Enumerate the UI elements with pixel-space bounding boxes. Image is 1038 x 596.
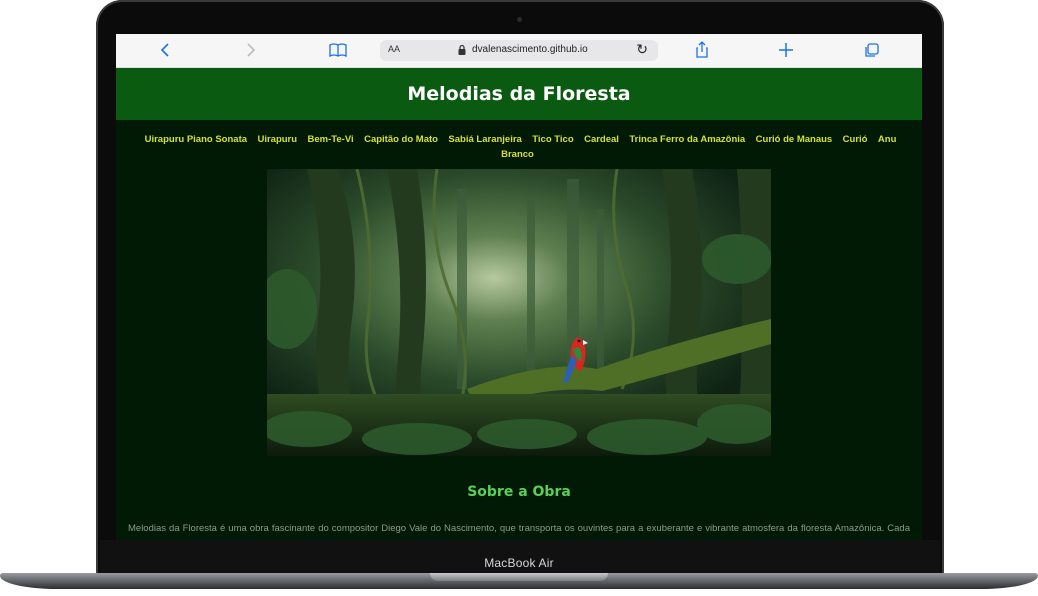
- bird-nav: Uirapuru Piano Sonata Uirapuru Bem-Te-Vi…: [124, 131, 914, 161]
- book-icon[interactable]: [328, 40, 348, 60]
- site-header: Melodias da Floresta: [116, 68, 922, 120]
- nav-cardeal[interactable]: Cardeal: [584, 134, 619, 145]
- nav-curio[interactable]: Curió: [843, 134, 868, 145]
- laptop-notch: [430, 573, 608, 581]
- about-title: Sobre a Obra: [467, 484, 571, 500]
- nav-bem-te-vi[interactable]: Bem-Te-Vi: [308, 134, 354, 145]
- site-title: Melodias da Floresta: [407, 83, 631, 105]
- nav-capitao-do-mato[interactable]: Capitão do Mato: [364, 134, 438, 145]
- lock-icon: [458, 43, 466, 55]
- model-label: MacBook Air: [484, 556, 554, 570]
- chevron-right-icon[interactable]: [240, 40, 260, 60]
- tabs-icon[interactable]: [862, 40, 882, 60]
- nav-tico-tico[interactable]: Tico Tico: [532, 134, 573, 145]
- browser-screen: AA dvalenascimento.github.io ↻ Melodias …: [116, 34, 922, 540]
- plus-icon[interactable]: [776, 40, 796, 60]
- forest-hero-image: [267, 169, 771, 456]
- nav-uirapuru-piano-sonata[interactable]: Uirapuru Piano Sonata: [145, 134, 247, 145]
- camera-icon: [517, 17, 522, 22]
- nav-trinca-ferro[interactable]: Trinca Ferro da Amazônia: [629, 134, 745, 145]
- text-size-button[interactable]: AA: [388, 44, 400, 54]
- browser-toolbar: AA dvalenascimento.github.io ↻: [116, 34, 922, 68]
- nav-curio-de-manaus[interactable]: Curió de Manaus: [756, 134, 833, 145]
- address-bar[interactable]: AA dvalenascimento.github.io ↻: [380, 40, 658, 61]
- chevron-left-icon[interactable]: [156, 40, 176, 60]
- share-icon[interactable]: [692, 40, 712, 60]
- nav-uirapuru[interactable]: Uirapuru: [257, 134, 297, 145]
- url-text: dvalenascimento.github.io: [472, 44, 588, 55]
- nav-sabia-laranjeira[interactable]: Sabiá Laranjeira: [448, 134, 521, 145]
- reload-icon[interactable]: ↻: [636, 41, 648, 58]
- about-text: Melodias da Floresta é uma obra fascinan…: [128, 522, 910, 541]
